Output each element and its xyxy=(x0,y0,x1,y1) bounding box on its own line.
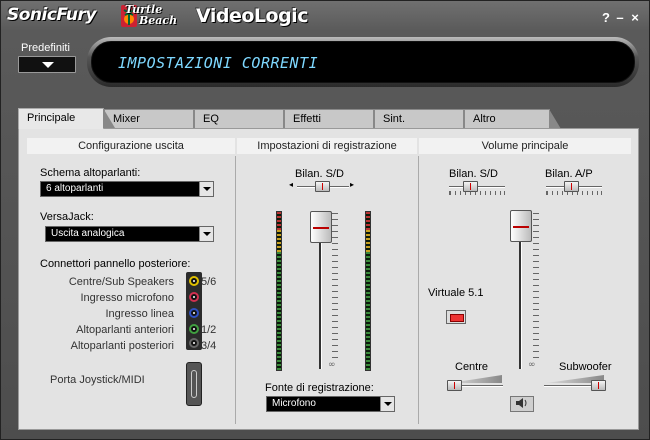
master-balance-lr-label: Bilan. S/D xyxy=(449,168,498,180)
rec-source-select[interactable]: Microfono xyxy=(266,396,395,412)
lcd-display-frame: IMPOSTAZIONI CORRENTI xyxy=(87,37,639,87)
versajack-label: VersaJack: xyxy=(40,211,94,223)
meter-peak xyxy=(366,212,370,230)
mute-button[interactable] xyxy=(510,396,534,412)
tab-mixer[interactable]: Mixer xyxy=(104,109,205,129)
output-config-heading: Configurazione uscita xyxy=(27,138,235,154)
minimize-button[interactable]: – xyxy=(613,10,627,25)
tab-eq[interactable]: EQ xyxy=(194,109,295,129)
master-balance-fr-slider[interactable] xyxy=(564,181,579,192)
rec-source-label: Fonte di registrazione: xyxy=(265,382,374,394)
meter-green xyxy=(366,252,370,370)
jack-icon xyxy=(189,308,199,318)
videologic-logo: VideoLogic xyxy=(196,5,308,27)
jack-icon xyxy=(189,276,199,286)
sonicfury-logo: SonicFury xyxy=(7,5,96,25)
rec-balance-slider[interactable] xyxy=(315,181,330,192)
master-volume-ticks xyxy=(533,213,539,363)
chevron-down-icon xyxy=(380,397,394,411)
tab-altro[interactable]: Altro xyxy=(464,109,561,129)
versajack-value: Uscita analogica xyxy=(51,228,125,239)
centre-label: Centre xyxy=(455,361,489,373)
main-panel: Configurazione uscita Impostazioni di re… xyxy=(18,128,639,430)
help-button[interactable]: ? xyxy=(599,10,613,25)
chevron-down-icon xyxy=(199,182,213,196)
port-pins xyxy=(191,370,197,398)
connector-name: Altoparlanti posteriori xyxy=(70,340,174,352)
connector-name: Altoparlanti anteriori xyxy=(76,324,174,336)
meter-peak xyxy=(277,212,281,230)
subwoofer-slider[interactable] xyxy=(591,380,606,391)
app-window: SonicFury Turtle Beach VideoLogic ? – × … xyxy=(0,0,650,440)
infinity-label: ∞ xyxy=(328,360,336,370)
joystick-label: Porta Joystick/MIDI xyxy=(50,374,145,386)
connector-channels: 5/6 xyxy=(201,276,217,288)
speaker-icon xyxy=(516,398,527,408)
rec-source-value: Microfono xyxy=(272,398,316,409)
lcd-text: IMPOSTAZIONI CORRENTI xyxy=(118,54,319,72)
master-balance-fr-label: Bilan. A/P xyxy=(545,168,593,180)
connector-channels: 1/2 xyxy=(201,324,217,336)
turtle-beach-logo: Turtle Beach xyxy=(125,4,177,26)
master-balance-lr-slider[interactable] xyxy=(463,181,478,192)
tab-principale[interactable]: Principale xyxy=(18,108,115,129)
master-volume-heading: Volume principale xyxy=(419,138,631,154)
title-bar: SonicFury Turtle Beach VideoLogic ? – × xyxy=(1,1,649,33)
infinity-label: ∞ xyxy=(528,360,536,370)
jack-panel xyxy=(186,272,202,350)
rec-level-meter-right xyxy=(365,211,371,371)
chevron-down-icon xyxy=(199,227,213,241)
connectors-label: Connettori pannello posteriore: xyxy=(40,258,191,270)
rec-level-meter-left xyxy=(276,211,282,371)
connector-name: Centre/Sub Speakers xyxy=(68,276,174,288)
preset-label: Predefiniti xyxy=(21,42,70,54)
left-arrow-icon: ◂ xyxy=(289,180,294,189)
speaker-scheme-select[interactable]: 6 altoparlanti xyxy=(40,181,214,197)
chevron-down-icon xyxy=(42,62,54,68)
close-button[interactable]: × xyxy=(628,10,642,25)
divider xyxy=(235,156,236,424)
turtle-beach-logo-line2: Beach xyxy=(139,14,178,27)
virtual-51-toggle[interactable] xyxy=(446,310,466,324)
subwoofer-label: Subwoofer xyxy=(559,361,612,373)
rec-volume-slider[interactable] xyxy=(310,211,332,243)
versajack-select[interactable]: Uscita analogica xyxy=(45,226,214,242)
speaker-scheme-value: 6 altoparlanti xyxy=(46,183,104,194)
connector-name: Ingresso linea xyxy=(105,308,175,320)
jack-icon xyxy=(189,338,199,348)
joystick-port-icon xyxy=(186,362,202,406)
rec-balance-label: Bilan. S/D xyxy=(295,168,344,180)
speaker-scheme-label: Schema altoparlanti: xyxy=(40,167,141,179)
preset-dropdown[interactable] xyxy=(18,56,76,73)
rec-volume-ticks xyxy=(332,213,338,363)
virtual-51-label: Virtuale 5.1 xyxy=(428,287,484,299)
meter-mid xyxy=(366,230,370,252)
lcd-display: IMPOSTAZIONI CORRENTI xyxy=(91,41,635,83)
right-arrow-icon: ▸ xyxy=(350,180,355,189)
master-volume-slider[interactable] xyxy=(510,210,532,242)
recording-settings-heading: Impostazioni di registrazione xyxy=(237,138,417,154)
connector-channels: 3/4 xyxy=(201,340,217,352)
centre-slider[interactable] xyxy=(447,380,462,391)
jack-icon xyxy=(189,292,199,302)
meter-green xyxy=(277,252,281,370)
connector-name: Ingresso microfono xyxy=(80,292,174,304)
tab-sint[interactable]: Sint. xyxy=(374,109,475,129)
divider xyxy=(418,156,419,424)
tab-effetti[interactable]: Effetti xyxy=(284,109,385,129)
jack-icon xyxy=(189,324,199,334)
meter-mid xyxy=(277,230,281,252)
